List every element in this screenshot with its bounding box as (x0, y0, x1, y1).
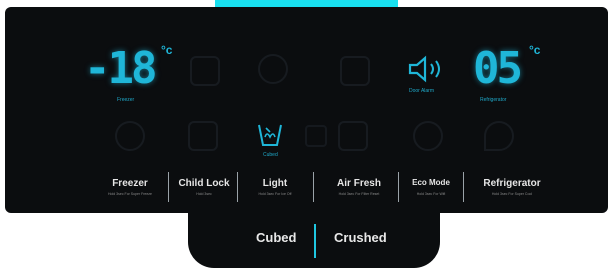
ice-maker-icon (338, 121, 368, 151)
snowflake-icon (115, 121, 145, 151)
cubed-indicator-label: Cubed (263, 152, 278, 158)
divider (398, 172, 399, 202)
eco-mode-button-label: Eco Mode (412, 178, 450, 187)
light-button-hint: Hold 3sec For Ice Off (258, 192, 292, 196)
freezer-button[interactable]: Freezer Hold 3sec For Super Freeze (88, 178, 172, 204)
light-button-label: Light (262, 178, 288, 189)
air-fresh-button[interactable]: Air Fresh Hold 3sec For Filter Reset (325, 178, 393, 204)
divider (463, 172, 464, 202)
light-bulb-icon (258, 54, 288, 84)
crushed-button[interactable]: Crushed (334, 230, 387, 245)
eco-mode-button[interactable]: Eco Mode Hold 3sec For Wifi (404, 178, 458, 204)
refrigerator-button[interactable]: Refrigerator Hold 3sec For Super Cool (467, 178, 557, 204)
divider (237, 172, 238, 202)
refrigerator-button-hint: Hold 3sec For Super Cool (491, 192, 533, 196)
freezer-button-label: Freezer (112, 178, 148, 189)
speaker-icon (408, 55, 440, 83)
water-drop-icon (484, 121, 514, 151)
air-fresh-button-label: Air Fresh (337, 178, 381, 189)
refrigerator-button-label: Refrigerator (483, 178, 541, 189)
freezer-button-hint: Hold 3sec For Super Freeze (108, 192, 152, 196)
door-alarm-label: Door Alarm (409, 88, 435, 94)
dispenser-divider (314, 224, 316, 258)
child-lock-button-label: Child Lock (178, 178, 230, 189)
refrigerator-indicator-label: Refrigerator (480, 97, 507, 103)
divider (168, 172, 169, 202)
cubed-button[interactable]: Cubed (256, 230, 296, 245)
refrigerator-unit: °c (529, 43, 541, 57)
child-lock-button-hint: Hold 3sec (196, 192, 212, 196)
water-icon (188, 121, 218, 151)
freezer-unit: °c (161, 43, 173, 57)
eco-leaf-icon (413, 121, 443, 151)
crushed-ice-icon (305, 125, 327, 147)
light-button[interactable]: Light Hold 3sec For Ice Off (245, 178, 305, 204)
filter-icon (340, 56, 370, 86)
top-accent-bar (215, 0, 398, 7)
eco-mode-button-hint: Hold 3sec For Wifi (416, 192, 446, 196)
lock-icon (190, 56, 220, 86)
air-fresh-button-hint: Hold 3sec For Filter Reset (338, 192, 380, 196)
cubed-ice-icon (258, 124, 282, 146)
child-lock-button[interactable]: Child Lock Hold 3sec (172, 178, 236, 204)
divider (313, 172, 314, 202)
refrigerator-temperature: 05 (473, 43, 523, 94)
freezer-temperature: -18 (84, 43, 158, 94)
freezer-indicator-label: Freezer (117, 97, 135, 103)
